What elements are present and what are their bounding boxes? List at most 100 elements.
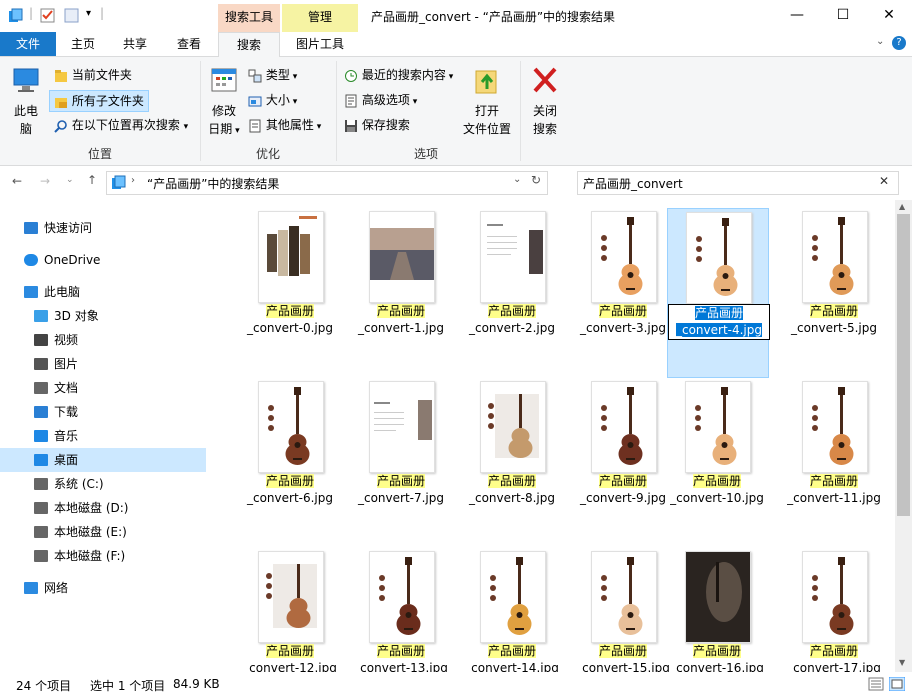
tab-home[interactable]: 主页 [58, 32, 108, 56]
search-box[interactable]: 产品画册_convert ✕ [577, 171, 899, 195]
file-item[interactable]: 产品画册 _convert-17.jpg [784, 548, 884, 672]
tab-picture-tools[interactable]: 图片工具 [282, 32, 358, 56]
nav-item[interactable]: 图片 [0, 352, 206, 376]
file-name-rest: _convert-7.jpg [357, 491, 444, 505]
address-bar[interactable]: › “产品画册”中的搜索结果 ⌄ ↻ [106, 171, 548, 195]
file-thumbnail [685, 551, 751, 643]
address-dropdown-icon[interactable]: ⌄ [513, 174, 521, 185]
file-item[interactable]: 产品画册 _convert-3.jpg [573, 208, 673, 376]
file-item[interactable]: 产品画册 _convert-13.jpg [351, 548, 451, 672]
quick-access-dropdown-icon[interactable]: ▾ [86, 8, 91, 19]
nav-item[interactable]: 本地磁盘 (E:) [0, 520, 206, 544]
nav-item[interactable]: OneDrive [0, 248, 206, 272]
open-file-location-button[interactable]: 打开 文件位置 [460, 63, 514, 138]
tab-view[interactable]: 查看 [163, 32, 215, 56]
nav-item[interactable]: 文档 [0, 376, 206, 400]
guitar-photo-thumbnail [266, 564, 317, 628]
nav-item[interactable]: 下载 [0, 400, 206, 424]
nav-item[interactable]: 快速访问 [0, 216, 206, 240]
file-item[interactable]: 产品画册 _convert-6.jpg [240, 378, 340, 546]
back-icon[interactable]: ← [12, 174, 22, 188]
close-search-button[interactable]: 关闭 搜索 [524, 63, 566, 138]
save-search-button[interactable]: 保存搜索 [344, 115, 410, 135]
large-icons-view-icon[interactable] [889, 677, 905, 691]
file-name-match: 产品画册 [692, 474, 741, 488]
nav-item-label: 图片 [54, 357, 79, 371]
file-item[interactable]: 产品画册 _convert-8.jpg [462, 378, 562, 546]
nav-item[interactable]: 音乐 [0, 424, 206, 448]
nav-item[interactable]: 本地磁盘 (D:) [0, 496, 206, 520]
file-name: 产品画册 _convert-16.jpg [657, 643, 777, 672]
other-properties-dropdown-icon: ▾ [313, 122, 322, 132]
nav-item[interactable]: 网络 [0, 576, 206, 600]
ribbon-tabs: 文件 主页 共享 查看 搜索 图片工具 ⌄ ? [0, 32, 912, 57]
file-item[interactable]: 产品画册 _convert-10.jpg [667, 378, 767, 546]
file-item[interactable]: 产品画册 _convert-16.jpg [667, 548, 767, 672]
nav-item[interactable]: 3D 对象 [0, 304, 206, 328]
nav-item[interactable]: 系统 (C:) [0, 472, 206, 496]
close-button[interactable]: ✕ [866, 0, 912, 30]
file-name-match: 产品画册 [376, 474, 425, 488]
file-item[interactable]: 产品画册 _convert-7.jpg [351, 378, 451, 546]
this-pc-button[interactable]: 此电 脑 [6, 63, 46, 138]
file-item[interactable]: 产品画册 _convert-9.jpg [573, 378, 673, 546]
file-item[interactable]: 产品画册 _convert-2.jpg [462, 208, 562, 376]
search-again-button[interactable]: 在以下位置再次搜索 ▾ [50, 115, 192, 135]
file-thumbnail [591, 211, 657, 303]
help-icon[interactable]: ? [892, 36, 906, 50]
date-modified-button[interactable]: 修改 日期 ▾ [204, 63, 244, 140]
group-label-refine: 优化 [255, 147, 280, 161]
breadcrumb-chevron-icon[interactable]: › [131, 175, 135, 186]
recent-locations-icon[interactable]: ⌄ [66, 175, 74, 185]
file-thumbnail [258, 551, 324, 643]
file-item[interactable]: 产品画册 _convert-1.jpg [351, 208, 451, 376]
nav-item[interactable]: 桌面 [0, 448, 206, 472]
window-title: 产品画册_convert - “产品画册”中的搜索结果 [371, 10, 616, 24]
details-view-icon[interactable] [868, 677, 884, 691]
guitar-thumbnail [695, 387, 737, 465]
picture-icon [34, 358, 48, 370]
advanced-options-button[interactable]: 高级选项 ▾ [344, 90, 417, 110]
kind-label: 类型 [265, 68, 290, 82]
dark-photo-thumbnail [686, 552, 750, 642]
scroll-up-icon[interactable]: ▲ [899, 202, 905, 211]
tab-share[interactable]: 共享 [110, 32, 160, 56]
scrollbar-thumb[interactable] [897, 214, 910, 516]
forward-icon[interactable]: → [40, 174, 50, 188]
collapse-ribbon-icon[interactable]: ⌄ [876, 36, 884, 47]
tab-file[interactable]: 文件 [0, 32, 56, 56]
file-item[interactable]: 产品画册 _convert-4.jpg [667, 208, 770, 378]
properties-icon[interactable] [40, 7, 56, 23]
kind-button[interactable]: 类型 ▾ [248, 65, 297, 85]
explorer-icon[interactable] [8, 8, 24, 24]
file-item[interactable]: 产品画册 _convert-5.jpg [784, 208, 884, 376]
file-name-rest: _convert-5.jpg [790, 321, 877, 335]
clear-search-icon[interactable]: ✕ [879, 174, 889, 188]
other-properties-button[interactable]: 其他属性 ▾ [248, 115, 321, 135]
nav-item[interactable]: 本地磁盘 (F:) [0, 544, 206, 568]
all-subfolders-button[interactable]: 所有子文件夹 [49, 90, 149, 112]
file-name[interactable]: 产品画册 _convert-4.jpg [668, 304, 770, 340]
size-button[interactable]: 大小 ▾ [248, 90, 297, 110]
tab-search[interactable]: 搜索 [218, 32, 280, 57]
refresh-icon[interactable]: ↻ [531, 173, 541, 187]
text-page-thumbnail [374, 400, 432, 440]
file-item[interactable]: 产品画册 _convert-11.jpg [784, 378, 884, 546]
minimize-button[interactable]: — [774, 0, 820, 30]
new-folder-icon[interactable] [64, 7, 80, 23]
nav-item[interactable]: 此电脑 [0, 280, 206, 304]
maximize-button[interactable]: ☐ [820, 0, 866, 30]
search-input[interactable]: 产品画册_convert [583, 175, 683, 192]
scroll-down-icon[interactable]: ▼ [899, 658, 905, 667]
up-icon[interactable]: ↑ [87, 173, 97, 187]
file-item[interactable]: 产品画册 _convert-14.jpg [462, 548, 562, 672]
nav-item-label: 快速访问 [44, 221, 93, 235]
file-item[interactable]: 产品画册 _convert-12.jpg [240, 548, 340, 672]
file-item[interactable]: 产品画册 _convert-0.jpg [240, 208, 340, 376]
current-folder-button[interactable]: 当前文件夹 [50, 65, 136, 85]
nav-item[interactable]: 视频 [0, 328, 206, 352]
title-separator: | [29, 6, 34, 20]
recent-searches-button[interactable]: 最近的搜索内容 ▾ [344, 65, 453, 85]
address-path[interactable]: “产品画册”中的搜索结果 [147, 175, 279, 192]
title-bar: | ▾ | 搜索工具 管理 产品画册_convert - “产品画册”中的搜索结… [0, 0, 912, 32]
